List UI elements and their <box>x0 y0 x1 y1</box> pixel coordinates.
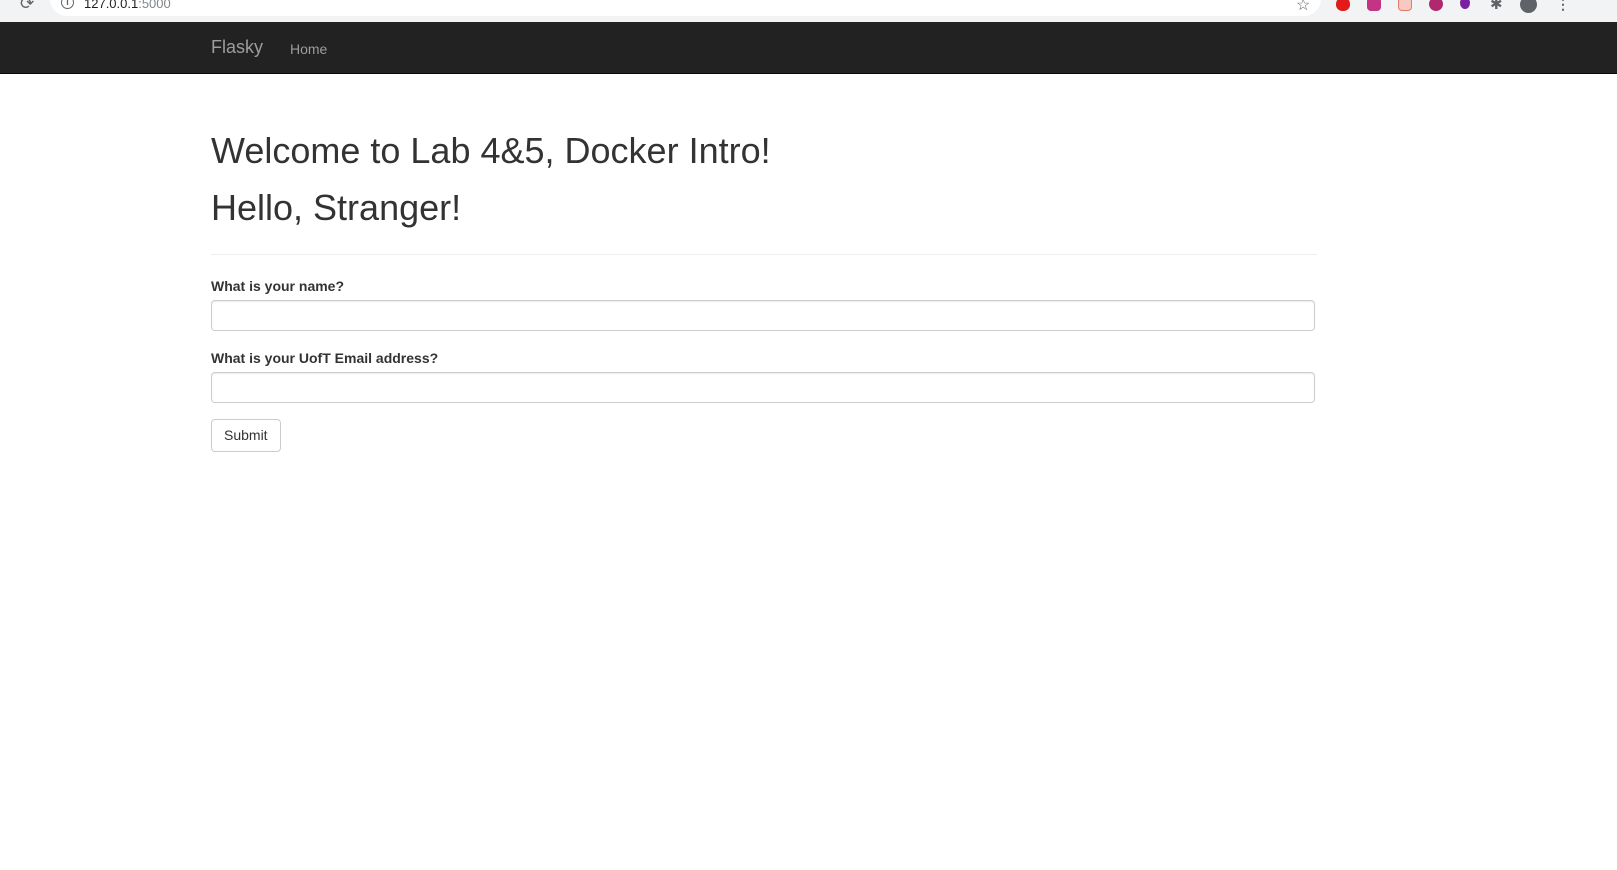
nav-home-link[interactable]: Home <box>290 40 327 58</box>
extension-icon[interactable] <box>1398 0 1412 11</box>
extension-icon[interactable] <box>1429 0 1443 11</box>
star-icon[interactable]: ☆ <box>1296 0 1310 15</box>
email-label: What is your UofT Email address? <box>211 350 439 366</box>
name-label: What is your name? <box>211 278 345 294</box>
brand-link[interactable]: Flasky <box>211 37 263 57</box>
url-text[interactable]: 127.0.0.1:5000 <box>84 0 171 11</box>
extension-icon[interactable] <box>1460 0 1470 9</box>
reload-icon[interactable]: ⟳ <box>20 0 34 14</box>
extension-icon[interactable] <box>1336 0 1350 11</box>
navbar: Flasky Home <box>0 22 1617 74</box>
page-header-divider <box>211 254 1317 255</box>
puzzle-icon[interactable]: ✱ <box>1490 0 1503 13</box>
browser-toolbar: › ⟳ i 127.0.0.1:5000 ☆ ✱ ⋮ <box>0 0 1617 22</box>
submit-button[interactable]: Submit <box>211 419 281 452</box>
address-bar[interactable] <box>50 0 1321 16</box>
page-title: Welcome to Lab 4&5, Docker Intro! <box>211 130 771 171</box>
email-input[interactable] <box>211 372 1315 403</box>
greeting-heading: Hello, Stranger! <box>211 187 462 228</box>
menu-icon[interactable]: ⋮ <box>1556 0 1570 13</box>
url-host: 127.0.0.1 <box>84 0 139 11</box>
name-input[interactable] <box>211 300 1315 331</box>
extension-icon[interactable] <box>1367 0 1381 11</box>
profile-icon[interactable] <box>1520 0 1537 13</box>
back-icon[interactable]: › <box>0 0 1 12</box>
url-port: :5000 <box>138 0 171 11</box>
